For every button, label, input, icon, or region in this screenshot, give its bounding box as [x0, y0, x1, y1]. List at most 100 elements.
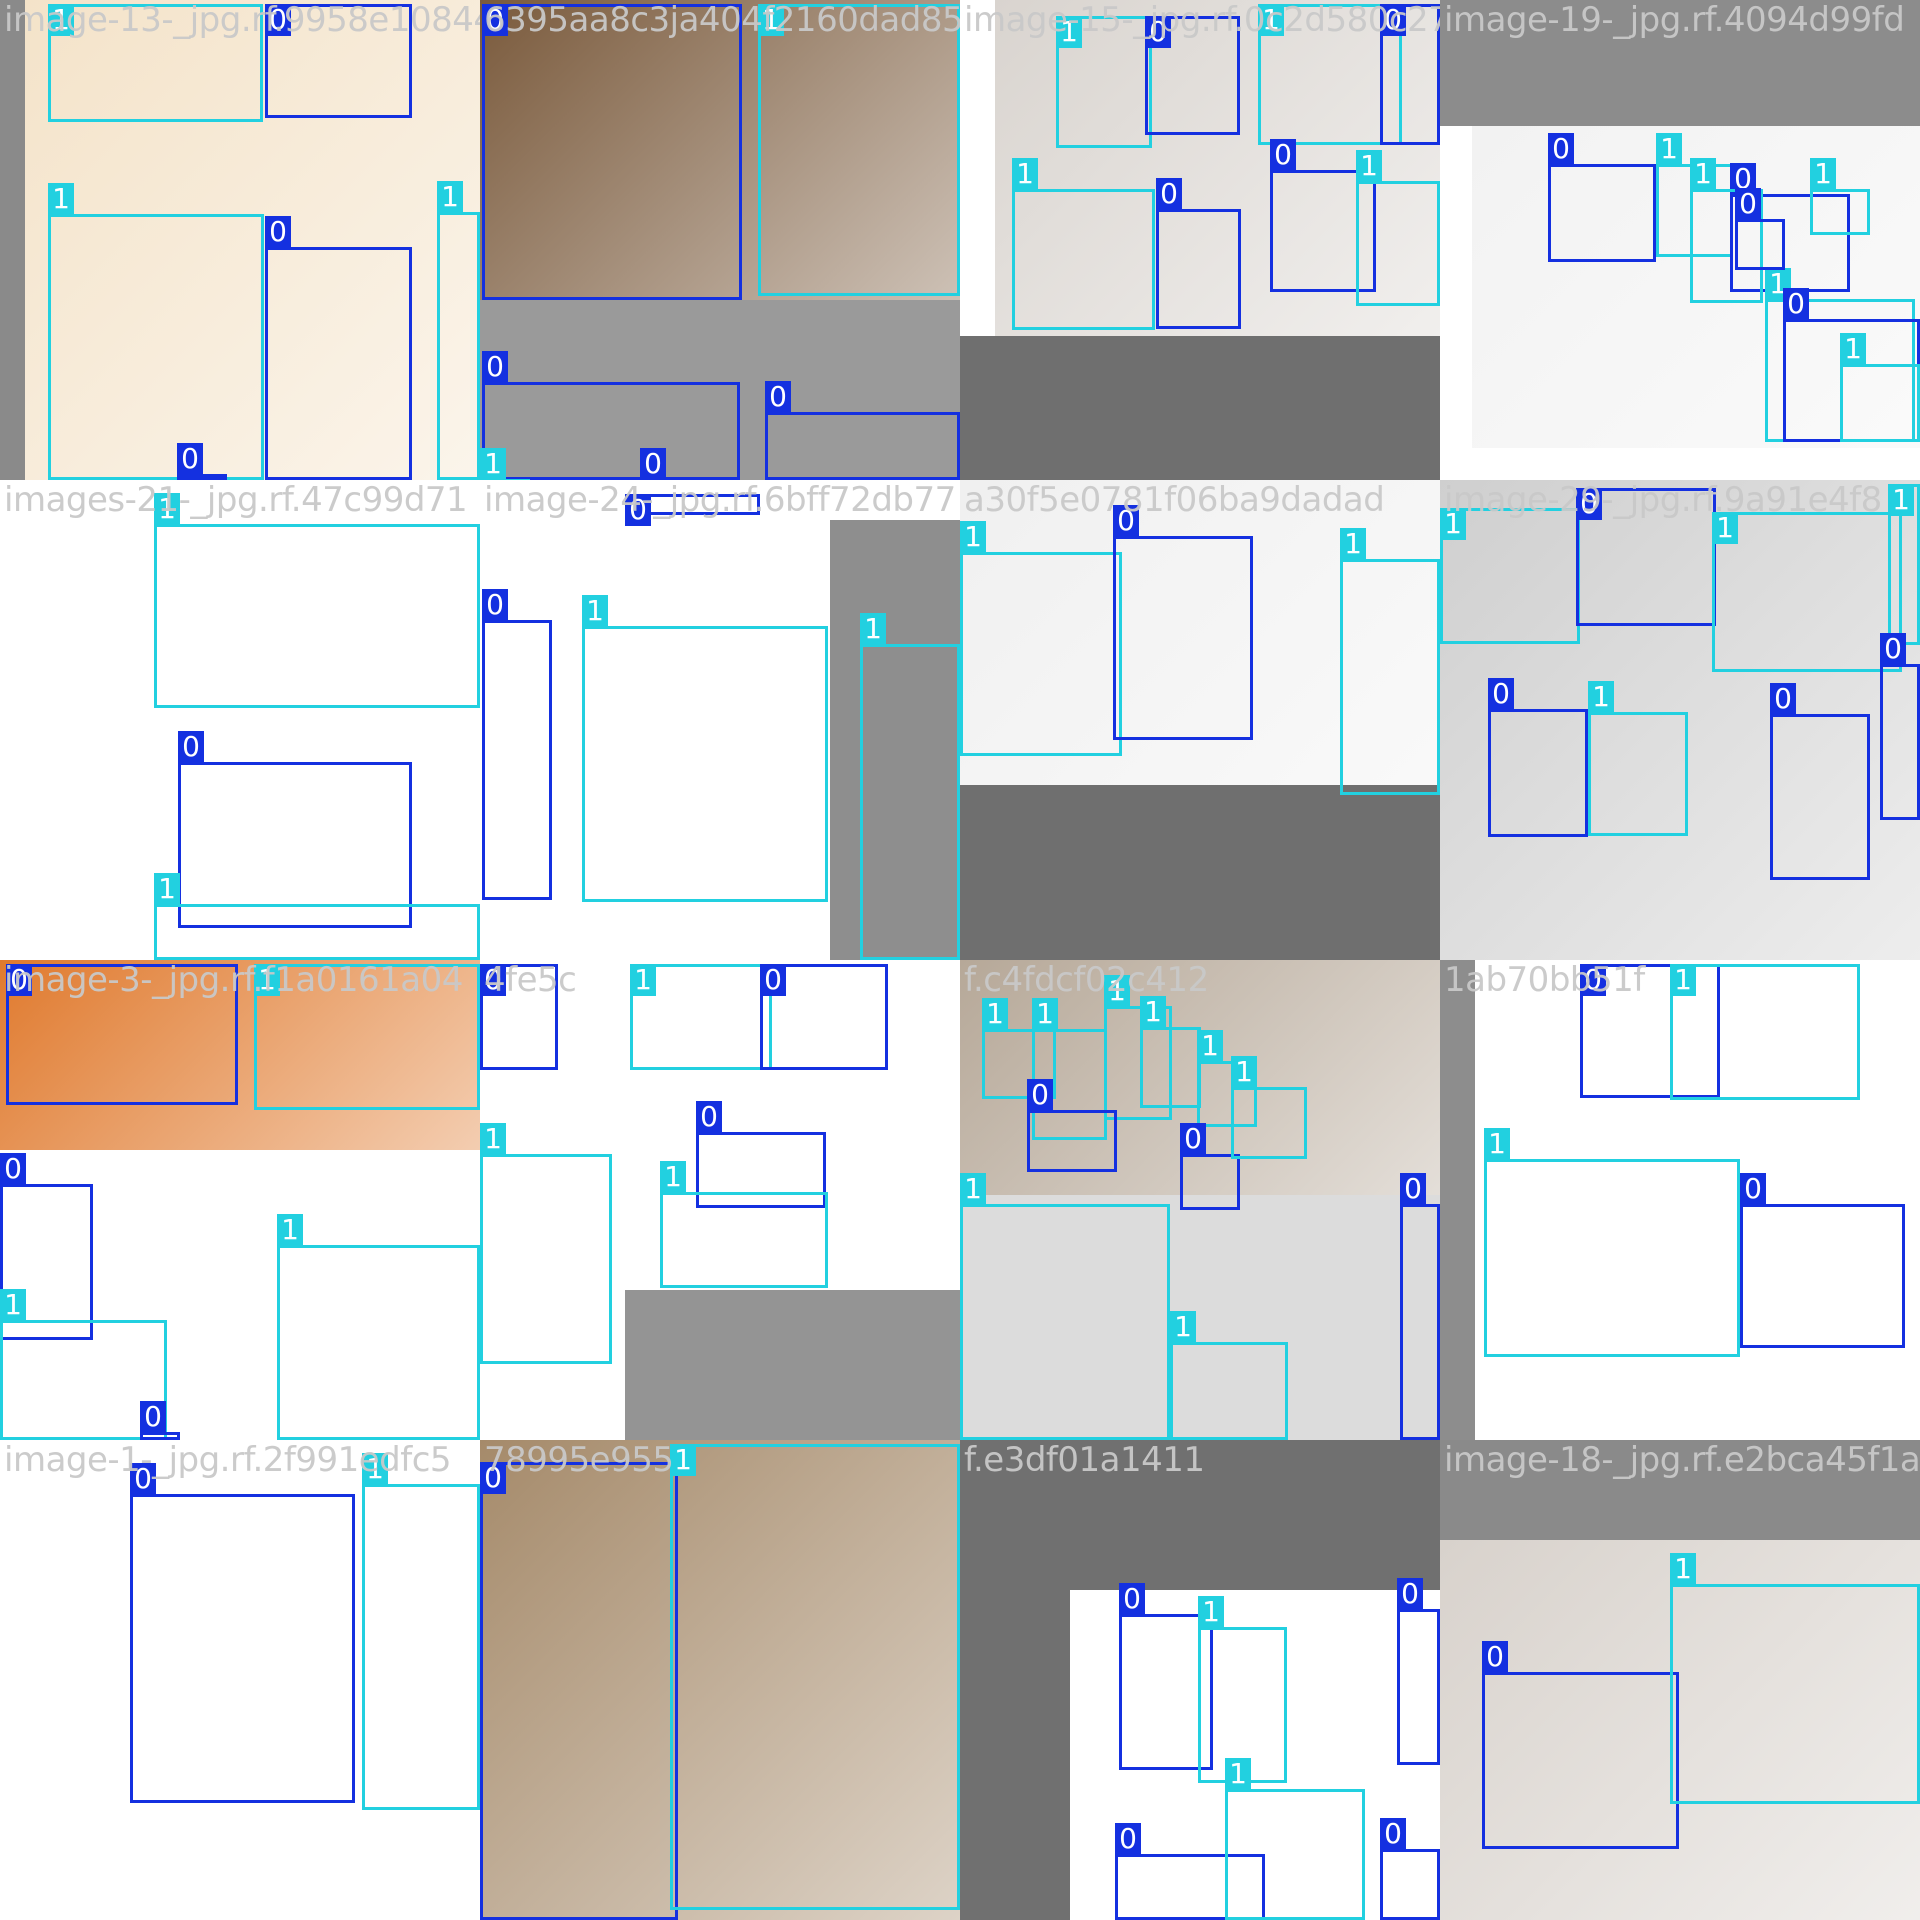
mosaic-tile: 0 1 78995e955 — [480, 1440, 960, 1920]
class-label: 0 — [1580, 964, 1606, 996]
class-label: 0 — [1740, 1173, 1766, 1205]
class-label: 0 — [1576, 488, 1602, 520]
bounding-box-class-1: 1 — [1225, 1758, 1365, 1920]
class-label: 0 — [177, 443, 203, 475]
class-label: 1 — [1198, 1596, 1224, 1628]
mosaic-tile: 0100106395aa8c3ja404f2160dad8581166fa — [480, 0, 960, 480]
bounding-box-class-1: 1 — [437, 181, 480, 480]
class-label: 1 — [1712, 512, 1738, 544]
bounding-box-class-1: 1 — [1840, 333, 1920, 442]
class-label: 1 — [660, 1161, 686, 1193]
class-label: 1 — [1225, 1758, 1251, 1790]
mosaic-tile: 1 0 1 0 1 0 1 0 image-29-_jpg.rf.9a91e4f8 — [1440, 480, 1920, 960]
class-label: 1 — [860, 613, 886, 645]
mosaic-tile: 10101001image-15-_jpg.rf.0c2d580c2731c85… — [960, 0, 1440, 480]
bounding-box-class-0: 0 — [1397, 1578, 1440, 1765]
bounding-box-class-1: 1 — [582, 595, 828, 902]
class-label: 1 — [960, 1173, 986, 1205]
bounding-box-class-1: 1 — [1440, 508, 1580, 644]
bounding-box-class-0: 0 — [1735, 188, 1785, 270]
class-label: 0 — [1488, 678, 1514, 710]
bounding-box-class-0: 0 — [1380, 1818, 1440, 1920]
class-label: 0 — [1119, 1583, 1145, 1615]
bounding-box-class-0: 0 — [1156, 178, 1241, 329]
mosaic-tile: 1 1 1 1 0 1 0 1 1 0 1 f.c4fdcf02c412 — [960, 960, 1440, 1440]
class-label: 0 — [480, 964, 506, 996]
class-label: 0 — [1770, 683, 1796, 715]
class-label: 0 — [1180, 1123, 1206, 1155]
class-label: 1 — [1670, 964, 1696, 996]
bounding-box-class-0: 0 — [130, 1463, 355, 1803]
bounding-box-class-1: 1 — [1140, 996, 1201, 1108]
mosaic-tile: 0 1 image-1-_jpg.rf.2f991edfc5 — [0, 1440, 480, 1920]
class-label: 1 — [982, 998, 1008, 1030]
mosaic-tile: 1 0 1 images-21-_jpg.rf.47c99d71 — [0, 480, 480, 960]
class-label: 0 — [1735, 188, 1761, 220]
bounding-box-class-1: 1 — [660, 1161, 828, 1288]
class-label: 0 — [760, 964, 786, 996]
bounding-box-class-1: 1 — [1170, 1311, 1288, 1440]
class-label: 1 — [1356, 150, 1382, 182]
mosaic-tile: 0 1 image-18-_jpg.rf.e2bca45f1a — [1440, 1440, 1920, 1920]
bounding-box-class-1: 1 — [1056, 16, 1152, 148]
class-label: 0 — [1397, 1578, 1423, 1610]
class-label: 1 — [670, 1444, 696, 1476]
bounding-box-class-1: 1 — [154, 493, 480, 708]
class-label: 1 — [48, 183, 74, 215]
bounding-box-class-1: 1 — [1712, 512, 1902, 672]
class-label: 1 — [480, 1123, 506, 1155]
class-label: 0 — [1380, 1818, 1406, 1850]
class-label: 0 — [482, 351, 508, 383]
class-label: 0 — [1113, 505, 1139, 537]
bounding-box-class-0: 0 — [482, 351, 740, 480]
class-label: 1 — [1140, 996, 1166, 1028]
mosaic-tile: 0 1 0 0 1 0 f.e3df01a1411 — [960, 1440, 1440, 1920]
bounding-box-class-1: 1 — [254, 964, 480, 1110]
mosaic-tile: 101010image-13-_jpg.rf.9958e108443bfe0b1… — [0, 0, 480, 480]
class-label: 1 — [1231, 1056, 1257, 1088]
class-label: 0 — [0, 1153, 26, 1185]
class-label: 0 — [1380, 4, 1406, 36]
letterbox-padding — [1440, 0, 1920, 126]
class-label: 0 — [1027, 1079, 1053, 1111]
bounding-box-class-0: 0 — [1740, 1173, 1905, 1348]
bounding-box-class-1: 1 — [670, 1444, 960, 1910]
bounding-box-class-1: 1 — [1670, 1553, 1920, 1804]
class-label: 0 — [1783, 288, 1809, 320]
bounding-box-class-0: 0 — [1880, 633, 1920, 820]
mosaic-tile: 1 0 1 a30f5e0781f06ba9dadad — [960, 480, 1440, 960]
class-label: 1 — [1440, 508, 1466, 540]
letterbox-padding — [625, 1290, 960, 1440]
class-label: 0 — [1115, 1823, 1141, 1855]
class-label: 1 — [480, 448, 506, 480]
class-label: 0 — [640, 448, 666, 480]
class-label: 1 — [437, 181, 463, 213]
class-label: 1 — [1170, 1311, 1196, 1343]
bounding-box-class-0: 0 — [482, 589, 552, 900]
bounding-box-class-0: 0 — [1548, 133, 1656, 262]
bounding-box-class-0: 0 — [140, 1401, 180, 1440]
bounding-box-class-0: 0 — [1400, 1173, 1440, 1440]
bounding-box-class-1: 1 — [1340, 528, 1440, 795]
class-label: 1 — [0, 1289, 26, 1321]
class-label: 1 — [1012, 158, 1038, 190]
bounding-box-class-0: 0 — [1027, 1079, 1117, 1172]
class-label: 0 — [1156, 178, 1182, 210]
bounding-box-class-1: 1 — [960, 1173, 1170, 1440]
class-label: 1 — [1840, 333, 1866, 365]
bounding-box-class-1: 1 — [362, 1453, 480, 1810]
bounding-box-class-0: 0 — [265, 4, 412, 118]
class-label: 1 — [1104, 975, 1130, 1007]
letterbox-padding — [960, 785, 1440, 960]
letterbox-padding — [1440, 1440, 1920, 1540]
bounding-box-class-0: 0 — [1113, 505, 1253, 740]
bounding-box-class-0: 0 — [6, 964, 238, 1105]
class-label: 1 — [1484, 1128, 1510, 1160]
bounding-box-class-1: 1 — [1231, 1056, 1307, 1159]
mosaic-tile: 0 1 1 0 image-24-_jpg.rf.6bff72db77 — [480, 480, 960, 960]
class-label: 0 — [1400, 1173, 1426, 1205]
mosaic-grid: 101010image-13-_jpg.rf.9958e108443bfe0b1… — [0, 0, 1920, 1920]
bounding-box-class-1: 1 — [960, 521, 1122, 756]
class-label: 0 — [265, 216, 291, 248]
class-label: 1 — [1810, 158, 1836, 190]
